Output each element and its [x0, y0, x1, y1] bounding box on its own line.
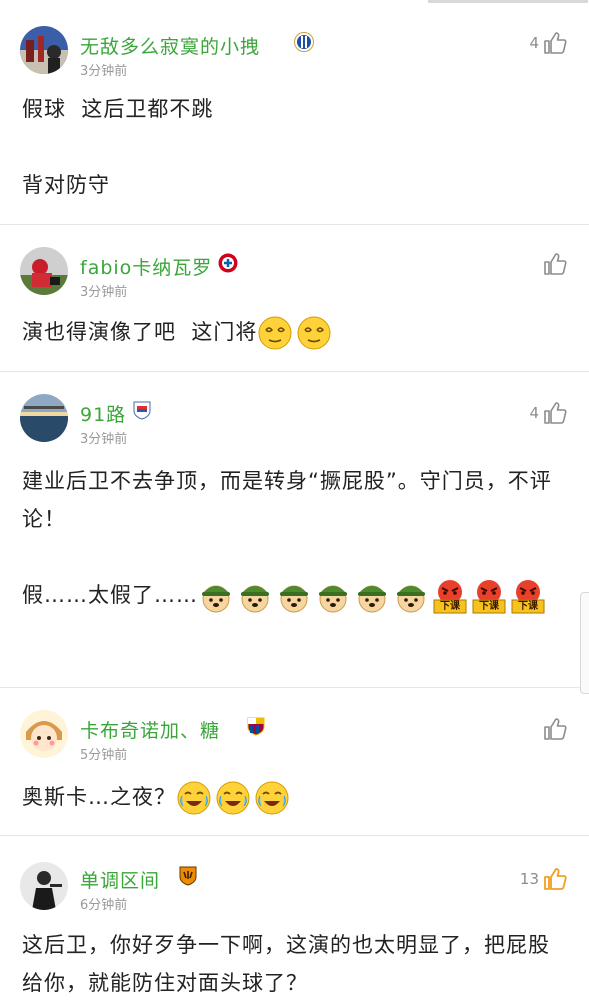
angry-xiake-emoji: 下课 — [510, 578, 546, 614]
soldier-doge-emoji — [315, 578, 351, 614]
comment-body: 演也得演像了吧 这门将 — [22, 313, 569, 351]
username[interactable]: 单调区间 — [80, 866, 160, 893]
comment-time: 3分钟前 — [80, 64, 128, 79]
like-button[interactable]: 13 — [520, 866, 567, 892]
like-count: 4 — [529, 34, 539, 52]
bayern-badge-icon — [218, 253, 238, 273]
avatar[interactable] — [20, 394, 68, 442]
soldier-doge-emoji — [198, 578, 234, 614]
angry-xiake-emoji: 下课 — [432, 578, 468, 614]
espanyol-badge-icon — [294, 32, 314, 52]
comment-time: 6分钟前 — [80, 898, 128, 913]
username[interactable]: 无敌多么寂寞的小拽 — [80, 32, 260, 59]
like-count: 13 — [519, 870, 539, 888]
avatar[interactable] — [20, 247, 68, 295]
thumbs-up-icon — [544, 32, 567, 54]
comment-text — [22, 128, 569, 166]
thumbs-up-icon — [544, 718, 567, 740]
emoji-caption: 下课 — [518, 601, 538, 612]
comment-item: 卡布奇诺加、糖 5分钟前 奥斯卡…之夜？ — [0, 688, 589, 836]
comment-item: fabio卡纳瓦罗 3分钟前 演也得演像了吧 这门将 — [0, 225, 589, 372]
comment-text — [22, 538, 569, 576]
like-button[interactable] — [539, 251, 567, 277]
like-button[interactable] — [539, 716, 567, 742]
comment-time: 3分钟前 — [80, 432, 128, 447]
emoji-caption: 下课 — [479, 601, 499, 612]
soldier-doge-emoji — [237, 578, 273, 614]
avatar[interactable] — [20, 862, 68, 910]
like-button[interactable]: 4 — [529, 30, 567, 56]
soldier-doge-emoji — [354, 578, 390, 614]
crying-laugh-emoji — [215, 780, 251, 816]
username[interactable]: 91路 — [80, 400, 126, 427]
side-drawer-handle[interactable] — [580, 592, 589, 694]
comment-item: 无敌多么寂寞的小拽 3分钟前 4 假球 这后卫都不跳 背对防守 — [0, 6, 589, 225]
comment-text: 这后卫，你好歹争一下啊，这演的也太明显了，把屁股给你，就能防住对面头球了？ — [22, 933, 550, 995]
angry-xiake-emoji: 下课 — [471, 578, 507, 614]
comment-body: 奥斯卡…之夜？ — [22, 778, 569, 816]
comment-body: 假球 这后卫都不跳 背对防守 — [22, 90, 569, 204]
username[interactable]: 卡布奇诺加、糖 — [80, 716, 220, 743]
crying-laugh-emoji — [254, 780, 290, 816]
comment-body: 这后卫，你好歹争一下啊，这演的也太明显了，把屁股给你，就能防住对面头球了？ — [22, 926, 569, 1002]
comment-text: 演也得演像了吧 这门将 — [22, 313, 569, 351]
club-shield-badge-icon — [132, 400, 152, 420]
like-button[interactable]: 4 — [529, 400, 567, 426]
comment-text: 背对防守 — [22, 173, 110, 197]
comment-text: 奥斯卡…之夜？ — [22, 778, 569, 816]
comment-item: 91路 3分钟前 4 建业后卫不去争顶，而是转身“撅屁股”。守门员，不评论！ 假… — [0, 372, 589, 688]
comment-body: 建业后卫不去争顶，而是转身“撅屁股”。守门员，不评论！ 假……太假了…… 下课 下课… — [22, 462, 569, 614]
emoji-caption: 下课 — [440, 601, 460, 612]
dizzy-face-emoji — [257, 315, 293, 351]
barcelona-badge-icon — [246, 716, 266, 736]
crying-laugh-emoji — [176, 780, 212, 816]
thumbs-up-icon — [544, 253, 567, 275]
soldier-doge-emoji — [276, 578, 312, 614]
like-count: 4 — [529, 404, 539, 422]
comment-time: 3分钟前 — [80, 285, 128, 300]
username[interactable]: fabio卡纳瓦罗 — [80, 253, 212, 280]
comment-text: 假……太假了…… 下课 下课 下课 — [22, 576, 569, 614]
soldier-doge-emoji — [393, 578, 429, 614]
comment-time: 5分钟前 — [80, 748, 128, 763]
thumbs-up-icon — [544, 868, 567, 890]
comment-text: 假球 这后卫都不跳 — [22, 97, 214, 121]
dizzy-face-emoji — [296, 315, 332, 351]
thumbs-up-icon — [544, 402, 567, 424]
tigers-badge-icon — [178, 866, 198, 886]
comment-item: 单调区间 6分钟前 13 这后卫，你好歹争一下啊，这演的也太明显了，把屁股给你，… — [0, 836, 589, 1000]
avatar[interactable] — [20, 710, 68, 758]
avatar[interactable] — [20, 26, 68, 74]
comment-text: 建业后卫不去争顶，而是转身“撅屁股”。守门员，不评论！ — [22, 469, 552, 531]
